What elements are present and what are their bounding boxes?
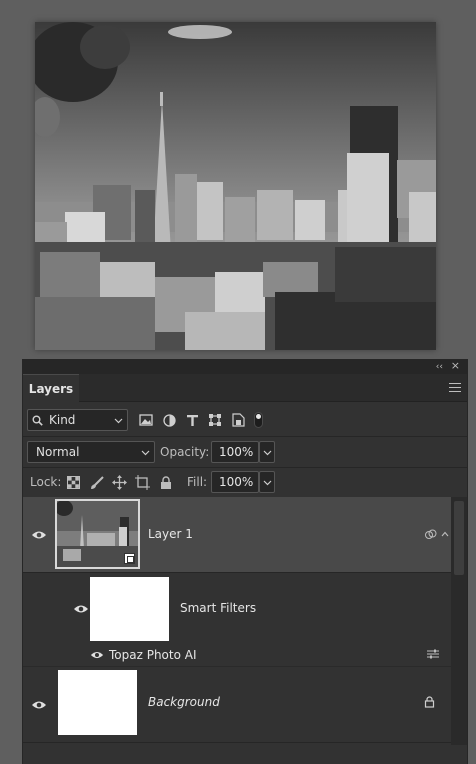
filter-toggle-icon[interactable]	[254, 412, 263, 428]
layer-name[interactable]: Layer 1	[148, 527, 193, 541]
type-filter-icon[interactable]	[185, 413, 199, 427]
opacity-slider-button[interactable]	[259, 441, 275, 463]
fill-slider-button[interactable]	[259, 471, 275, 493]
filter-name[interactable]: Topaz Photo AI	[109, 648, 197, 662]
tab-layers[interactable]: Layers	[23, 374, 79, 402]
layer-thumbnail[interactable]	[55, 499, 140, 569]
blend-mode-value: Normal	[36, 445, 80, 459]
panel-tab-bar: Layers	[23, 374, 467, 402]
lock-position-icon[interactable]	[112, 475, 127, 490]
layer-thumbnail[interactable]	[58, 670, 137, 735]
document-canvas[interactable]	[35, 22, 436, 350]
smart-object-badge-icon	[124, 553, 135, 564]
chevron-down-icon	[263, 480, 272, 486]
layer-filter-row: Kind	[23, 402, 467, 436]
layer-name[interactable]: Background	[148, 695, 220, 709]
pixel-filter-icon[interactable]	[139, 413, 153, 427]
lock-all-icon[interactable]	[158, 475, 173, 490]
cityscape-image	[35, 22, 436, 350]
lock-icon[interactable]	[424, 696, 435, 708]
smart-filter-effects-icon[interactable]	[425, 529, 437, 540]
search-icon	[32, 415, 43, 426]
visibility-eye-icon[interactable]	[31, 530, 47, 540]
lock-image-icon[interactable]	[89, 475, 104, 490]
visibility-eye-icon[interactable]	[90, 650, 104, 660]
layers-panel: ‹‹ × Layers Kind Normal Opacity: 100% Lo…	[22, 359, 468, 764]
lock-transparent-icon[interactable]	[66, 475, 81, 490]
smart-filter-mask-thumbnail[interactable]	[90, 577, 169, 641]
panel-footer	[23, 745, 467, 764]
blend-mode-row: Normal Opacity: 100%	[23, 437, 467, 467]
layer-row-background[interactable]: Background	[23, 667, 451, 743]
lock-row: Lock: Fill: 100%	[23, 467, 467, 497]
filter-blending-options-icon[interactable]	[427, 649, 439, 659]
visibility-eye-icon[interactable]	[31, 700, 47, 710]
layer-row-layer-1[interactable]: Layer 1	[23, 497, 451, 573]
lock-artboard-icon[interactable]	[135, 475, 150, 490]
chevron-down-icon	[141, 450, 150, 456]
smart-filters-label: Smart Filters	[180, 601, 257, 615]
layers-scrollbar[interactable]	[451, 497, 467, 745]
scrollbar-thumb[interactable]	[454, 501, 464, 575]
shape-filter-icon[interactable]	[208, 413, 222, 427]
panel-menu-icon[interactable]	[449, 383, 461, 393]
adjustment-filter-icon[interactable]	[162, 413, 176, 427]
kind-filter-dropdown[interactable]: Kind	[27, 409, 128, 431]
chevron-down-icon	[114, 418, 123, 424]
close-panel-button[interactable]: ×	[451, 360, 460, 372]
opacity-label: Opacity:	[160, 445, 210, 459]
smart-filters-row[interactable]: Smart Filters Topaz Photo AI	[23, 573, 451, 667]
lock-label: Lock:	[30, 475, 62, 489]
chevron-down-icon	[263, 450, 272, 456]
kind-filter-label: Kind	[49, 413, 76, 427]
smart-object-filter-icon[interactable]	[231, 413, 245, 427]
opacity-input[interactable]: 100%	[211, 441, 259, 463]
visibility-eye-icon[interactable]	[73, 604, 89, 614]
blend-mode-dropdown[interactable]: Normal	[27, 441, 155, 463]
fill-label: Fill:	[187, 475, 208, 489]
layers-list: Layer 1 Smart Filters Topaz Photo AI Bac…	[23, 497, 451, 745]
panel-header-strip: ‹‹ ×	[23, 360, 467, 374]
fill-input[interactable]: 100%	[211, 471, 259, 493]
chevron-up-icon[interactable]	[441, 531, 449, 537]
collapse-panel-button[interactable]: ‹‹	[436, 361, 443, 373]
